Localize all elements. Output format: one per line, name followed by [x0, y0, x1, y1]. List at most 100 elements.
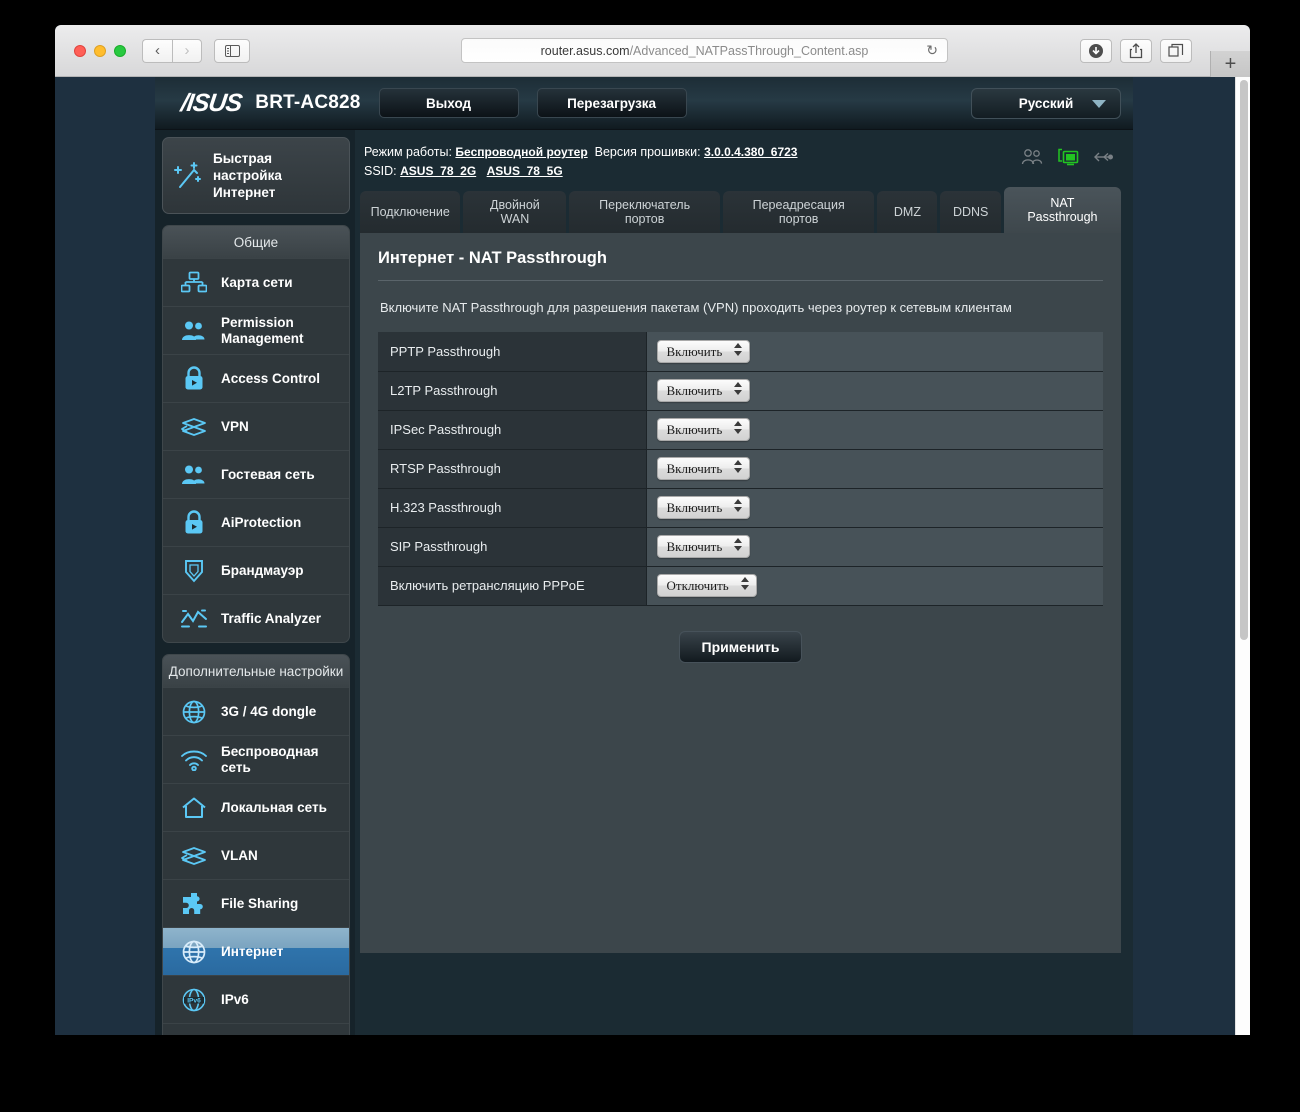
ipv6-icon: IPv6: [179, 987, 209, 1013]
sidebar-item-file-sharing[interactable]: File Sharing: [163, 879, 349, 927]
tab-ddns[interactable]: DDNS: [940, 191, 1001, 233]
download-icon: [1089, 43, 1103, 58]
row-label: Включить ретрансляцию PPPoE: [378, 566, 647, 606]
sidebar-item-label: Быстрая настройка Интернет: [213, 151, 282, 200]
page-viewport: /ISUS BRT-AC828 Выход Перезагрузка Русск…: [55, 77, 1250, 1035]
scrollbar-thumb[interactable]: [1240, 80, 1248, 640]
forward-button[interactable]: ›: [172, 38, 202, 63]
puzzle-icon: [179, 891, 209, 917]
maximize-window-button[interactable]: [114, 44, 126, 57]
sidebar-group-advanced: Дополнительные настройки 3G / 4G dongle …: [162, 654, 350, 1035]
clients-icon[interactable]: [1021, 148, 1043, 171]
row-label: PPTP Passthrough: [378, 332, 647, 372]
sidebar-item-ipv6[interactable]: IPv6 IPv6: [163, 975, 349, 1023]
language-select[interactable]: Русский: [971, 88, 1121, 119]
sidebar-group-general: Общие Карта сети Permission Management A…: [162, 225, 350, 643]
tab-dmz[interactable]: DMZ: [877, 191, 938, 233]
vpn-icon: [179, 845, 209, 867]
operation-mode-value[interactable]: Беспроводной роутер: [455, 145, 587, 159]
firmware-version-value[interactable]: 3.0.0.4.380_6723: [704, 145, 797, 159]
row-label: SIP Passthrough: [378, 527, 647, 567]
new-tab-button[interactable]: +: [1210, 51, 1250, 77]
page-scrollbar[interactable]: [1235, 77, 1250, 1035]
sidebar-item-traffic-analyzer[interactable]: Traffic Analyzer: [163, 594, 349, 642]
close-window-button[interactable]: [74, 44, 86, 57]
logout-button[interactable]: Выход: [378, 88, 519, 118]
sidebar-item-label: IPv6: [221, 991, 249, 1007]
status-line-mode: Режим работы: Беспроводной роутер Версия…: [364, 143, 1121, 162]
tab-nat-passthrough[interactable]: NAT Passthrough: [1003, 187, 1121, 233]
share-button[interactable]: [1120, 38, 1152, 63]
pptp-passthrough-select[interactable]: Включить: [656, 339, 750, 363]
show-tabs-button[interactable]: [1160, 38, 1192, 63]
share-icon: [1129, 42, 1143, 58]
window-controls: [74, 44, 126, 57]
address-bar[interactable]: router.asus.com/Advanced_NATPassThrough_…: [461, 38, 948, 63]
downloads-button[interactable]: [1080, 38, 1112, 63]
tab-port-forwarding[interactable]: Переадресация портов: [722, 191, 875, 233]
minimize-window-button[interactable]: [94, 44, 106, 57]
sidebar-item-label: Локальная сеть: [221, 799, 327, 815]
tab-connection[interactable]: Подключение: [360, 191, 461, 233]
status-icons: [1021, 147, 1115, 172]
router-model: BRT-AC828: [255, 92, 361, 113]
h323-passthrough-select[interactable]: Включить: [656, 496, 750, 519]
sidebar-item-access-control[interactable]: Access Control: [163, 354, 349, 402]
sidebar-item-label: Беспроводная сеть: [221, 743, 319, 775]
pppoe-relay-select[interactable]: Отключить: [656, 574, 757, 597]
sidebar-item-wireless[interactable]: Беспроводная сеть: [163, 735, 349, 783]
tab-dual-wan[interactable]: Двойной WAN: [463, 191, 567, 233]
show-sidebar-button[interactable]: [214, 38, 250, 63]
chart-icon: [179, 608, 209, 630]
sidebar-item-vpn[interactable]: VPN: [163, 402, 349, 450]
sidebar-item-aiprotection[interactable]: AiProtection: [163, 498, 349, 546]
sidebar-item-lan[interactable]: Локальная сеть: [163, 783, 349, 831]
sidebar-item-vlan[interactable]: VLAN: [163, 831, 349, 879]
chevron-down-icon: [1092, 99, 1106, 108]
row-label: H.323 Passthrough: [378, 488, 647, 528]
sip-passthrough-select[interactable]: Включить: [656, 535, 750, 558]
ssid-2g-link[interactable]: ASUS_78_2G: [400, 164, 476, 178]
sidebar-item-label: Permission Management: [221, 314, 304, 346]
sidebar-item-label: Access Control: [221, 370, 321, 386]
l2tp-passthrough-select[interactable]: Включить: [656, 379, 750, 402]
globe-icon: [179, 699, 209, 725]
ssid-label: SSID:: [364, 164, 397, 178]
svg-text:IPv6: IPv6: [187, 997, 201, 1004]
sidebar-item-quick-setup[interactable]: Быстрая настройка Интернет: [162, 137, 350, 214]
language-label: Русский: [1018, 96, 1074, 111]
network-map-icon: [179, 271, 209, 295]
nat-passthrough-table: PPTP Passthrough Включить L2TP Passthrou…: [378, 332, 1103, 606]
sidebar-item-firewall[interactable]: Брандмауэр: [163, 546, 349, 594]
browser-titlebar: ‹ › router.asus.com/Advanced_NATPassThro…: [55, 25, 1250, 77]
rtsp-passthrough-select[interactable]: Включить: [656, 457, 750, 480]
sidebar-icon: [224, 44, 240, 57]
users-icon: [179, 319, 209, 343]
table-row: PPTP Passthrough Включить: [378, 332, 1103, 372]
reboot-button[interactable]: Перезагрузка: [536, 88, 687, 118]
sidebar-item-permission-management[interactable]: Permission Management: [163, 306, 349, 354]
sidebar-item-guest-network[interactable]: Гостевая сеть: [163, 450, 349, 498]
sidebar-item-network-map[interactable]: Карта сети: [163, 258, 349, 306]
usb-icon[interactable]: [1093, 149, 1115, 170]
sidebar-item-label: Traffic Analyzer: [221, 610, 322, 626]
qos-icon: [179, 1035, 209, 1036]
lock-icon: [179, 509, 209, 536]
ssid-5g-link[interactable]: ASUS_78_5G: [487, 164, 563, 178]
sidebar-item-3g-4g-dongle[interactable]: 3G / 4G dongle: [163, 687, 349, 735]
tab-bar: Подключение Двойной WAN Переключатель по…: [360, 187, 1121, 233]
sidebar-item-label: Интернет: [221, 943, 284, 959]
sidebar-item-qos[interactable]: QoS: [163, 1023, 349, 1035]
back-button[interactable]: ‹: [142, 38, 172, 63]
sidebar-item-internet[interactable]: Интернет: [163, 927, 349, 975]
url-host: router.asus.com: [540, 43, 630, 58]
ipsec-passthrough-select[interactable]: Включить: [656, 418, 750, 441]
tab-port-trigger[interactable]: Переключатель портов: [569, 191, 720, 233]
lock-icon: [179, 365, 209, 392]
router-body: Быстрая настройка Интернет Общие Карта с…: [155, 130, 1133, 1035]
select-wrapper: Включить: [656, 457, 750, 480]
apply-button[interactable]: Применить: [678, 630, 803, 663]
vpn-icon: [179, 416, 209, 438]
reload-icon[interactable]: ↻: [926, 42, 938, 59]
connected-device-icon[interactable]: [1057, 147, 1079, 172]
